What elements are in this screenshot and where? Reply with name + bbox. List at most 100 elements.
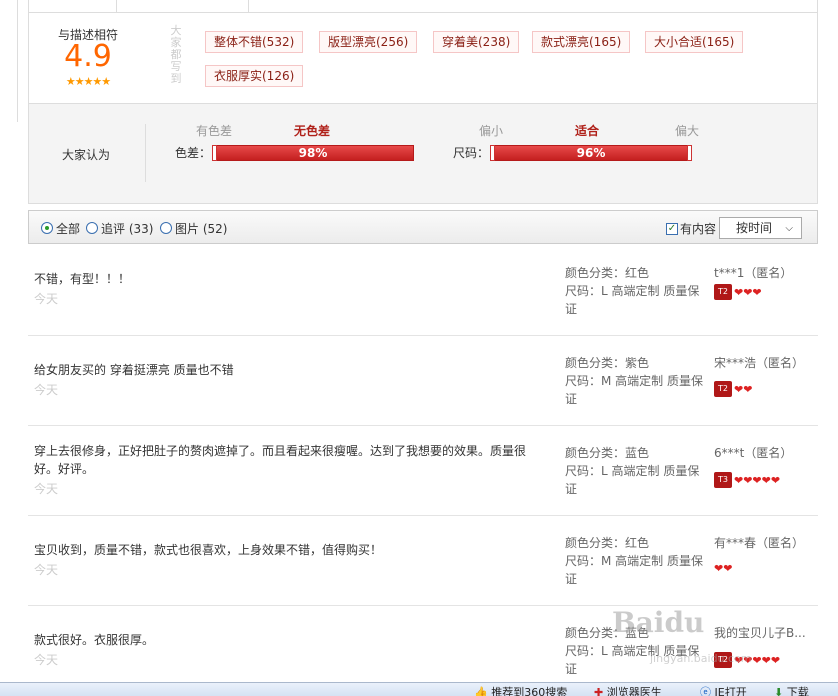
impression-tag[interactable]: 大小合适(165) xyxy=(645,31,744,53)
color-diff-percent: 98% xyxy=(298,146,328,160)
download-label: 下载 xyxy=(786,686,809,696)
watermark-logo: Baidu xyxy=(612,606,705,639)
heart-level-icon: ❤❤ xyxy=(714,562,733,575)
review-item: 给女朋友买的 穿着挺漂亮 质量也不错 今天 颜色分类：紫色 尺码：M 高端定制 … xyxy=(28,336,818,426)
browser-status-bar: 👍 推荐到360搜索 ✚ 浏览器医生 ⓔ IE打开 ⬇ 下载 xyxy=(0,682,838,696)
color-diff-bar: 98% xyxy=(212,145,414,161)
review-spec: 颜色分类：紫色 尺码：M 高端定制 质量保证 xyxy=(565,354,705,408)
impression-tag[interactable]: 穿着美(238) xyxy=(433,31,520,53)
filter-followup-label: 追评 (33) xyxy=(101,221,154,236)
review-size: 尺码：L 高端定制 质量保证 xyxy=(565,464,700,496)
browser-doctor-button[interactable]: ✚ 浏览器医生 xyxy=(594,684,662,696)
review-item: 穿上去很修身，正好把肚子的赘肉遮掉了。而且看起来很瘦喔。达到了我想要的效果。质量… xyxy=(28,426,818,516)
star-rating-icon: ★★★★★ xyxy=(65,75,111,88)
review-spec: 颜色分类：红色 尺码：L 高端定制 质量保证 xyxy=(565,264,705,318)
ie-icon: ⓔ xyxy=(700,686,711,696)
review-text: 宝贝收到，质量不错，款式也很喜欢，上身效果不错，值得购买！ xyxy=(34,543,383,557)
color-diff-name: 色差： xyxy=(175,146,212,160)
bar-cap xyxy=(687,145,692,161)
rating-score: 4.9 xyxy=(64,39,112,74)
review-user[interactable]: 有***春（匿名） xyxy=(714,534,804,551)
review-user[interactable]: 宋***浩（匿名） xyxy=(714,354,804,371)
size-name: 尺码： xyxy=(453,146,490,160)
impression-tag[interactable]: 整体不错(532) xyxy=(205,31,304,53)
filter-pictures-radio[interactable]: 图片 (52) xyxy=(160,221,227,236)
size-right-label: 偏大 xyxy=(675,124,700,138)
size-mid-label: 适合 xyxy=(575,124,600,138)
top-tab-strip xyxy=(28,0,818,12)
left-panel-edge xyxy=(0,0,18,122)
filter-all-label: 全部 xyxy=(56,221,81,236)
color-diff-mid-label: 无色差 xyxy=(294,124,331,138)
review-text: 给女朋友买的 穿着挺漂亮 质量也不错 xyxy=(34,363,234,377)
filter-all-radio[interactable]: 全部 xyxy=(41,221,81,236)
divider xyxy=(145,124,146,182)
size-bar: 96% xyxy=(490,145,692,161)
thumb-up-icon: 👍 xyxy=(474,686,488,696)
sort-value: 按时间 xyxy=(736,221,773,235)
bar-cap xyxy=(490,145,495,161)
review-size: 尺码：L 高端定制 质量保证 xyxy=(565,284,700,316)
chevron-down-icon: ⌵ xyxy=(785,223,793,234)
radio-selected-icon xyxy=(41,222,53,234)
rating-summary: 与描述相符 4.9 ★★★★★ 大家都写到 整体不错(532) 版型漂亮(256… xyxy=(28,12,818,104)
browser-doctor-label: 浏览器医生 xyxy=(606,686,662,696)
review-text: 穿上去很修身，正好把肚子的赘肉遮掉了。而且看起来很瘦喔。达到了我想要的效果。质量… xyxy=(34,444,527,476)
impression-tag[interactable]: 衣服厚实(126) xyxy=(205,65,304,87)
review-spec: 颜色分类：红色 尺码：M 高端定制 质量保证 xyxy=(565,534,705,588)
ie-open-button[interactable]: ⓔ IE打开 xyxy=(700,684,747,696)
review-date: 今天 xyxy=(34,292,59,306)
ie-open-label: IE打开 xyxy=(714,686,747,696)
review-color: 颜色分类：蓝色 xyxy=(565,446,650,460)
radio-icon xyxy=(160,222,172,234)
review-date: 今天 xyxy=(34,563,59,577)
user-badges: ❤❤ xyxy=(714,562,733,575)
tags-side-label: 大家都写到 xyxy=(170,24,182,85)
user-badges: T2 ❤❤ xyxy=(714,381,753,397)
recommend-360-label: 推荐到360搜索 xyxy=(491,686,568,696)
heart-level-icon: ❤❤ xyxy=(734,382,753,396)
filter-followup-radio[interactable]: 追评 (33) xyxy=(86,221,154,236)
level-badge-icon: T2 xyxy=(714,381,732,397)
sort-select[interactable]: 按时间 ⌵ xyxy=(719,217,802,239)
rating-score-panel: 与描述相符 4.9 ★★★★★ xyxy=(29,13,147,103)
heart-level-icon: ❤❤❤ xyxy=(734,285,762,299)
size-left-label: 偏小 xyxy=(479,124,504,138)
bar-cap xyxy=(212,145,217,161)
impression-tag[interactable]: 款式漂亮(165) xyxy=(532,31,631,53)
review-user[interactable]: 我的宝贝儿子B... xyxy=(714,624,806,641)
review-date: 今天 xyxy=(34,653,59,667)
level-badge-icon: T3 xyxy=(714,472,732,488)
review-item: 宝贝收到，质量不错，款式也很喜欢，上身效果不错，值得购买！ 今天 颜色分类：红色… xyxy=(28,516,818,606)
user-badges: T2 ❤❤❤ xyxy=(714,284,762,300)
tab-divider xyxy=(116,0,117,12)
review-spec: 颜色分类：蓝色 尺码：L 高端定制 质量保证 xyxy=(565,444,705,498)
size-percent: 96% xyxy=(576,146,606,160)
color-diff-left-label: 有色差 xyxy=(196,124,233,138)
review-size: 尺码：M 高端定制 质量保证 xyxy=(565,554,703,586)
checkbox-checked-icon: ✓ xyxy=(666,222,678,235)
tab-divider xyxy=(248,0,249,12)
heart-level-icon: ❤❤❤❤❤ xyxy=(734,473,781,487)
review-user[interactable]: 6***t（匿名） xyxy=(714,444,792,461)
review-size: 尺码：M 高端定制 质量保证 xyxy=(565,374,703,406)
review-date: 今天 xyxy=(34,383,59,397)
review-text: 款式很好。衣服很厚。 xyxy=(34,633,155,647)
radio-icon xyxy=(86,222,98,234)
review-color: 颜色分类：紫色 xyxy=(565,356,650,370)
review-item: 不错，有型！！！ 今天 颜色分类：红色 尺码：L 高端定制 质量保证 t***1… xyxy=(28,246,818,336)
review-user[interactable]: t***1（匿名） xyxy=(714,264,792,281)
doctor-icon: ✚ xyxy=(594,686,604,696)
review-text: 不错，有型！！！ xyxy=(34,272,131,286)
fit-summary: 大家认为 有色差 无色差 色差： 98% 偏小 适合 偏大 尺码： 96% xyxy=(28,104,818,204)
fit-label: 大家认为 xyxy=(62,148,111,162)
recommend-360-button[interactable]: 👍 推荐到360搜索 xyxy=(474,684,567,696)
download-button[interactable]: ⬇ 下载 xyxy=(774,684,809,696)
level-badge-icon: T2 xyxy=(714,284,732,300)
impression-tag[interactable]: 版型漂亮(256) xyxy=(319,31,418,53)
review-date: 今天 xyxy=(34,482,59,496)
review-filter-bar: 全部 追评 (33) 图片 (52) ✓ 有内容 按时间 ⌵ xyxy=(28,210,818,244)
review-color: 颜色分类：红色 xyxy=(565,266,650,280)
has-content-checkbox[interactable]: ✓ 有内容 xyxy=(666,220,716,237)
download-icon: ⬇ xyxy=(774,686,784,696)
